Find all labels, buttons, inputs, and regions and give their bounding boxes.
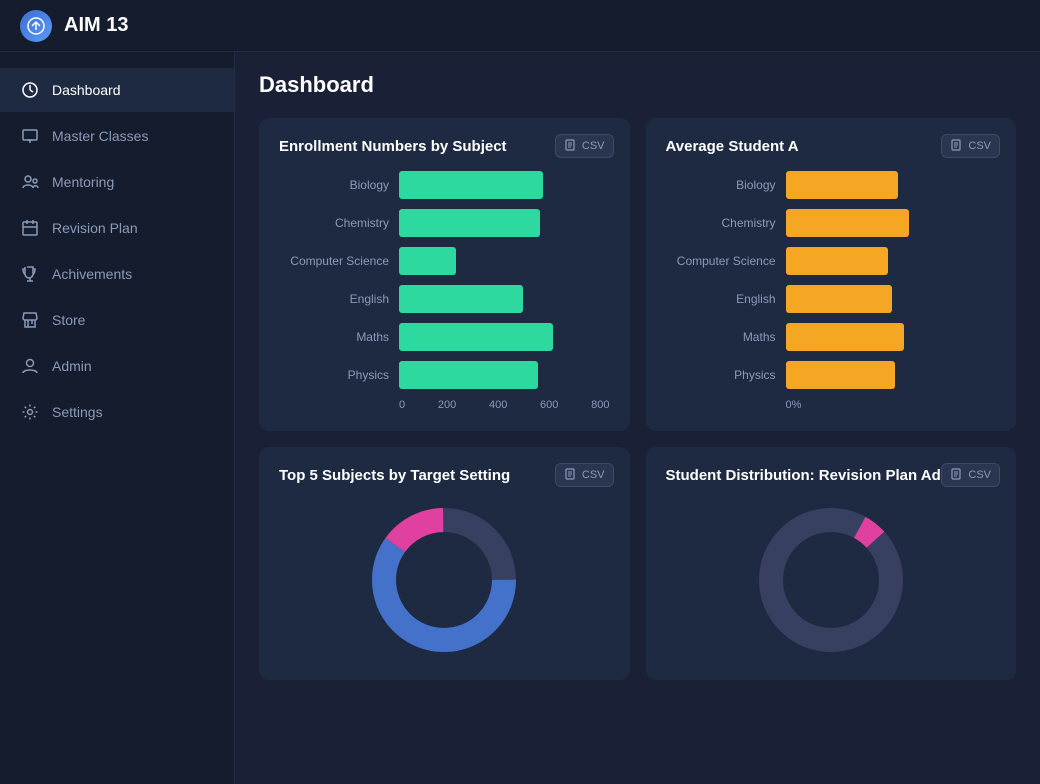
bar-row: Computer Science bbox=[279, 247, 610, 275]
sidebar-item-mentoring[interactable]: Mentoring bbox=[0, 160, 234, 204]
dashboard-icon bbox=[20, 80, 40, 100]
sidebar-label-admin: Admin bbox=[52, 358, 92, 374]
avg-bar-label: Computer Science bbox=[666, 254, 776, 268]
sidebar-item-master-classes[interactable]: Master Classes bbox=[0, 114, 234, 158]
bar-fill bbox=[399, 323, 553, 351]
sidebar-label-store: Store bbox=[52, 312, 85, 328]
bar-track bbox=[399, 247, 610, 275]
bar-fill bbox=[399, 171, 543, 199]
sidebar-item-revision-plan[interactable]: Revision Plan bbox=[0, 206, 234, 250]
app-title: AIM 13 bbox=[64, 14, 128, 37]
bar-label: English bbox=[279, 292, 389, 306]
trophy-icon bbox=[20, 264, 40, 284]
main-content: Dashboard Enrollment Numbers by Subject … bbox=[235, 52, 1040, 784]
logo-icon bbox=[20, 10, 52, 42]
avg-bar-label: English bbox=[666, 292, 776, 306]
enrollment-csv-button[interactable]: CSV bbox=[555, 134, 614, 158]
bar-label: Maths bbox=[279, 330, 389, 344]
avg-bar-fill bbox=[786, 171, 899, 199]
sidebar-label-revision-plan: Revision Plan bbox=[52, 220, 138, 236]
avg-student-chart-card: Average Student A CSV Biology Chemistry … bbox=[646, 118, 1017, 431]
sidebar-item-admin[interactable]: Admin bbox=[0, 344, 234, 388]
sidebar-item-settings[interactable]: Settings bbox=[0, 390, 234, 434]
avg-csv-label: CSV bbox=[968, 140, 991, 152]
store-icon bbox=[20, 310, 40, 330]
avg-bar-label: Maths bbox=[666, 330, 776, 344]
sidebar-label-achivements: Achivements bbox=[52, 266, 132, 282]
avg-bar-row: Computer Science bbox=[666, 247, 997, 275]
bar-label: Physics bbox=[279, 368, 389, 382]
enrollment-bar-chart: Biology Chemistry Computer Science Engli… bbox=[279, 171, 610, 389]
sidebar-label-settings: Settings bbox=[52, 404, 103, 420]
avg-bar-chart: Biology Chemistry Computer Science Engli… bbox=[666, 171, 997, 389]
bar-track bbox=[399, 209, 610, 237]
avg-bar-row: Physics bbox=[666, 361, 997, 389]
sidebar-item-achivements[interactable]: Achivements bbox=[0, 252, 234, 296]
student-dist-csv-button[interactable]: CSV bbox=[941, 463, 1000, 487]
sidebar-item-dashboard[interactable]: Dashboard bbox=[0, 68, 234, 112]
avg-bar-row: Biology bbox=[666, 171, 997, 199]
avg-bar-row: Chemistry bbox=[666, 209, 997, 237]
main-layout: Dashboard Master Classes bbox=[0, 52, 1040, 784]
top5-csv-label: CSV bbox=[582, 469, 605, 481]
enrollment-csv-label: CSV bbox=[582, 140, 605, 152]
sidebar-label-mentoring: Mentoring bbox=[52, 174, 114, 190]
avg-bar-label: Chemistry bbox=[666, 216, 776, 230]
avg-bar-fill bbox=[786, 323, 905, 351]
avg-csv-button[interactable]: CSV bbox=[941, 134, 1000, 158]
avg-bar-row: English bbox=[666, 285, 997, 313]
student-dist-donut bbox=[666, 500, 997, 660]
bar-label: Biology bbox=[279, 178, 389, 192]
bar-row: Chemistry bbox=[279, 209, 610, 237]
top5-chart-card: Top 5 Subjects by Target Setting CSV bbox=[259, 447, 630, 680]
topnav: AIM 13 bbox=[0, 0, 1040, 52]
avg-axis: 0% bbox=[786, 399, 997, 411]
avg-bar-fill bbox=[786, 285, 893, 313]
sidebar-label-dashboard: Dashboard bbox=[52, 82, 121, 98]
bar-row: Physics bbox=[279, 361, 610, 389]
bar-track bbox=[399, 285, 610, 313]
mentoring-icon bbox=[20, 172, 40, 192]
avg-bar-label: Physics bbox=[666, 368, 776, 382]
calendar-icon bbox=[20, 218, 40, 238]
page-title: Dashboard bbox=[259, 72, 1016, 98]
enrollment-axis: 0 200 400 600 800 bbox=[399, 399, 610, 411]
bar-track bbox=[399, 171, 610, 199]
bar-fill bbox=[399, 247, 456, 275]
student-dist-csv-label: CSV bbox=[968, 469, 991, 481]
bar-label: Computer Science bbox=[279, 254, 389, 268]
enrollment-chart-card: Enrollment Numbers by Subject CSV Biolog… bbox=[259, 118, 630, 431]
sidebar-label-master-classes: Master Classes bbox=[52, 128, 148, 144]
avg-bar-label: Biology bbox=[666, 178, 776, 192]
bar-label: Chemistry bbox=[279, 216, 389, 230]
avg-bar-fill bbox=[786, 361, 896, 389]
avg-bar-row: Maths bbox=[666, 323, 997, 351]
top5-donut bbox=[279, 500, 610, 660]
sidebar: Dashboard Master Classes bbox=[0, 52, 235, 784]
avg-bar-fill bbox=[786, 247, 888, 275]
settings-icon bbox=[20, 402, 40, 422]
bar-fill bbox=[399, 209, 540, 237]
bar-row: English bbox=[279, 285, 610, 313]
dashboard-grid: Enrollment Numbers by Subject CSV Biolog… bbox=[259, 118, 1016, 680]
admin-icon bbox=[20, 356, 40, 376]
bar-fill bbox=[399, 285, 523, 313]
top5-csv-button[interactable]: CSV bbox=[555, 463, 614, 487]
student-dist-chart-card: Student Distribution: Revision Plan Adop… bbox=[646, 447, 1017, 680]
bar-track bbox=[399, 361, 610, 389]
bar-fill bbox=[399, 361, 538, 389]
bar-row: Biology bbox=[279, 171, 610, 199]
monitor-icon bbox=[20, 126, 40, 146]
bar-track bbox=[399, 323, 610, 351]
bar-row: Maths bbox=[279, 323, 610, 351]
avg-bar-fill bbox=[786, 209, 909, 237]
sidebar-item-store[interactable]: Store bbox=[0, 298, 234, 342]
